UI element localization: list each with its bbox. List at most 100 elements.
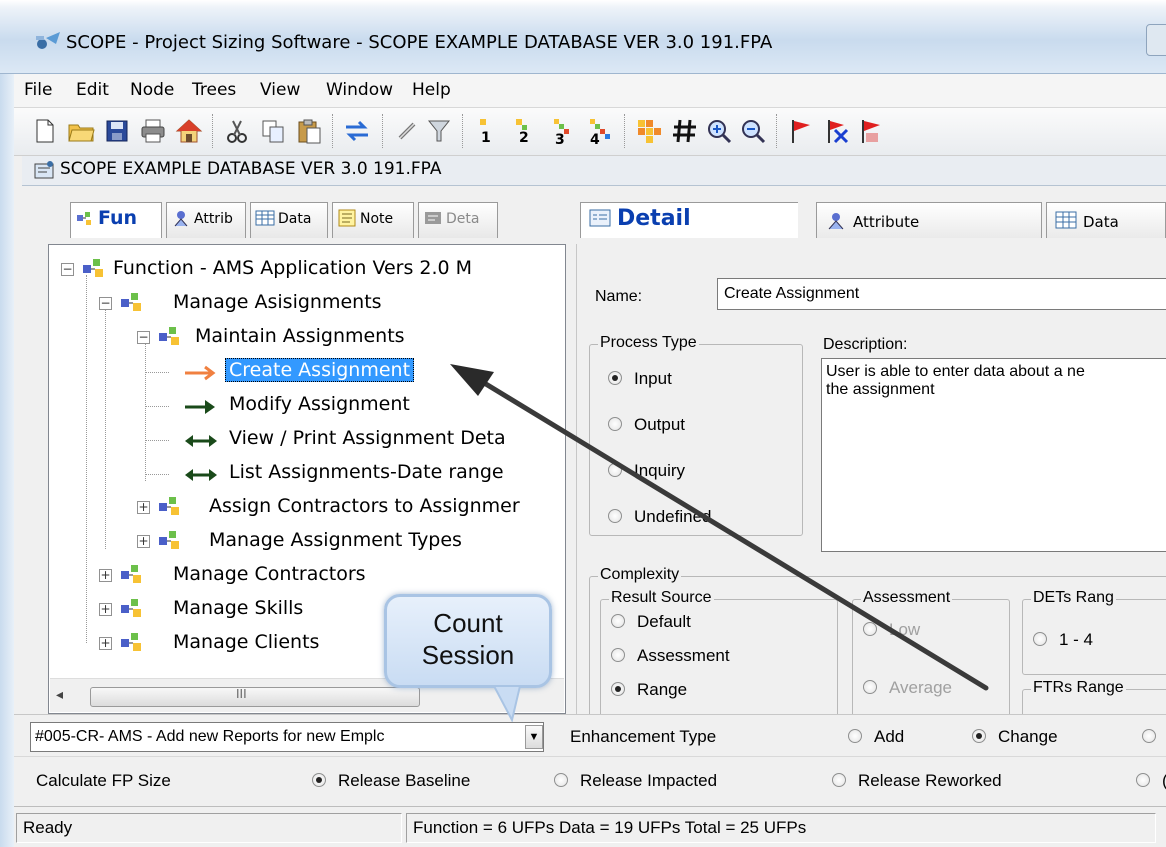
name-field[interactable]: Create Assignment <box>717 278 1166 310</box>
zoom-out-icon[interactable] <box>738 116 768 146</box>
filter-icon[interactable] <box>424 116 454 146</box>
note-icon <box>338 209 356 227</box>
minimize-button[interactable] <box>1146 24 1166 56</box>
calculate-bar: Calculate FP Size Release Baseline Relea… <box>14 756 1166 806</box>
radio-label: Release Impacted <box>580 771 718 790</box>
release-other-radio[interactable]: ( <box>1136 771 1166 791</box>
radio-impacted-control[interactable] <box>554 773 568 787</box>
dropdown-arrow-icon[interactable]: ▼ <box>525 725 543 749</box>
enhancement-other-radio[interactable] <box>1142 727 1166 747</box>
tab-attrib-label: Attrib <box>194 211 233 227</box>
flag-icon[interactable] <box>856 116 886 146</box>
menu-edit[interactable]: Edit <box>76 80 109 100</box>
release-impacted-radio[interactable]: Release Impacted <box>554 771 717 791</box>
tab-data-label: Data <box>278 211 312 227</box>
link-icon[interactable] <box>392 116 422 146</box>
radio-baseline-control[interactable] <box>312 773 326 787</box>
tab-attrib[interactable]: Attrib <box>166 202 246 238</box>
zoom-in-icon[interactable] <box>704 116 734 146</box>
document-title: SCOPE EXAMPLE DATABASE VER 3.0 191.FPA <box>60 159 442 179</box>
tree-item-label: Manage Assignment Types <box>209 529 462 551</box>
menu-file[interactable]: File <box>24 80 52 100</box>
radio-change-control[interactable] <box>972 729 986 743</box>
attribute-icon <box>828 213 844 230</box>
new-file-icon[interactable] <box>30 116 60 146</box>
count-session-combo[interactable]: #005-CR- AMS - Add new Reports for new E… <box>30 722 544 752</box>
menu-view[interactable]: View <box>260 80 300 100</box>
collapse-toggle[interactable]: − <box>99 297 112 310</box>
level-2-icon[interactable]: 2 <box>510 116 540 146</box>
release-baseline-radio[interactable]: Release Baseline <box>312 771 470 791</box>
toolbar-separator <box>382 114 384 148</box>
name-label: Name: <box>595 288 643 305</box>
tree-connector <box>105 309 106 549</box>
tree-item-label: Modify Assignment <box>229 393 410 415</box>
radio-reworked-control[interactable] <box>832 773 846 787</box>
save-icon[interactable] <box>102 116 132 146</box>
tab-data[interactable]: Data <box>250 202 328 238</box>
menu-trees[interactable]: Trees <box>192 80 236 100</box>
tab-attribute[interactable]: Attribute <box>816 202 1042 238</box>
tab-note-label: Note <box>360 211 394 227</box>
level-3-label: 3 <box>555 132 565 146</box>
red-flag-icon[interactable] <box>786 116 816 146</box>
menu-help[interactable]: Help <box>412 80 451 100</box>
radio-other-control[interactable] <box>1142 729 1156 743</box>
scroll-left-arrow-icon[interactable]: ◂ <box>56 687 63 703</box>
level-3-icon[interactable]: 3 <box>548 116 578 146</box>
tab-note[interactable]: Note <box>332 202 414 238</box>
tree-connector <box>145 440 169 441</box>
hash-icon[interactable] <box>670 116 700 146</box>
expand-toggle[interactable]: + <box>137 535 150 548</box>
dets-range-1-4-radio[interactable]: 1 - 4 <box>1033 630 1093 650</box>
menu-window[interactable]: Window <box>326 80 393 100</box>
enhancement-add-radio[interactable]: Add <box>848 727 904 747</box>
tree-connector <box>145 406 169 407</box>
radio-label: Release Reworked <box>858 771 1002 790</box>
window-title: SCOPE - Project Sizing Software - SCOPE … <box>66 32 773 53</box>
expand-toggle[interactable]: + <box>99 603 112 616</box>
menu-node[interactable]: Node <box>130 80 174 100</box>
radio-add-control[interactable] <box>848 729 862 743</box>
open-folder-icon[interactable] <box>66 116 96 146</box>
level-4-icon[interactable]: 4 <box>586 116 616 146</box>
title-bar[interactable]: SCOPE - Project Sizing Software - SCOPE … <box>0 0 1166 74</box>
tree-item-label: Manage Asisignments <box>173 291 382 313</box>
toolbar-separator <box>462 114 464 148</box>
swap-icon[interactable] <box>342 116 372 146</box>
tab-function[interactable]: Fun <box>70 202 162 238</box>
tree-item-function-root[interactable]: − Function - AMS Application Vers 2.0 M <box>61 255 561 285</box>
radio-other-release-control[interactable] <box>1136 773 1150 787</box>
tree-item-label: Function - AMS Application Vers 2.0 M <box>113 257 473 279</box>
print-icon[interactable] <box>138 116 168 146</box>
expand-toggle[interactable]: + <box>99 569 112 582</box>
toolbar-separator <box>776 114 778 148</box>
tab-detail[interactable]: Detail <box>580 202 798 238</box>
grid-icon[interactable] <box>634 116 664 146</box>
tree-item-maintain-assignments[interactable]: − Maintain Assignments <box>137 323 557 353</box>
scroll-thumb[interactable] <box>90 687 420 707</box>
detail-icon <box>589 209 611 227</box>
tree-item-manage-asisignments[interactable]: − Manage Asisignments <box>99 289 559 319</box>
collapse-toggle[interactable]: − <box>137 331 150 344</box>
tab-data-right[interactable]: Data <box>1046 202 1166 238</box>
level-1-icon[interactable]: 1 <box>472 116 502 146</box>
collapse-toggle[interactable]: − <box>61 263 74 276</box>
function-node-icon <box>121 293 141 311</box>
inquiry-arrow-icon <box>185 435 217 447</box>
detail-icon <box>425 212 441 224</box>
copy-icon[interactable] <box>258 116 288 146</box>
expand-toggle[interactable]: + <box>137 501 150 514</box>
remove-flag-icon[interactable] <box>822 116 852 146</box>
cut-icon[interactable] <box>222 116 252 146</box>
radio-dets-control[interactable] <box>1033 632 1047 646</box>
tab-detail-left[interactable]: Deta <box>418 202 498 238</box>
home-icon[interactable] <box>174 116 204 146</box>
release-reworked-radio[interactable]: Release Reworked <box>832 771 1002 791</box>
annotation-arrow <box>450 364 989 691</box>
function-node-icon <box>159 327 179 345</box>
toolbar-separator <box>212 114 214 148</box>
paste-icon[interactable] <box>294 116 324 146</box>
expand-toggle[interactable]: + <box>99 637 112 650</box>
enhancement-change-radio[interactable]: Change <box>972 727 1058 747</box>
